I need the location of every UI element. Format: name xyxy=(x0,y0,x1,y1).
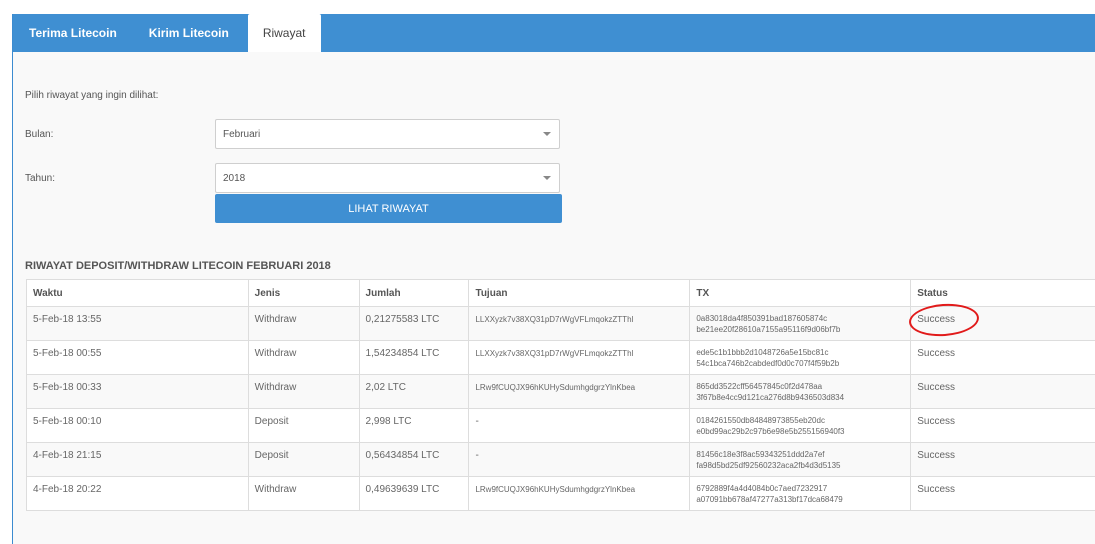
cell-tx: 865dd3522cff56457845c0f2d478aa 3f67b8e4cc… xyxy=(689,374,912,409)
history-table: Waktu Jenis Jumlah Tujuan TX Status 5-Fe… xyxy=(26,279,1095,511)
cell-amount: 2,998 LTC xyxy=(358,408,470,443)
cell-time: 5-Feb-18 00:10 xyxy=(26,408,249,443)
cell-destination: - xyxy=(468,408,691,443)
tx-line: a07091bb678af47277a313bf17dca68479 xyxy=(696,495,843,504)
table-row: 5-Feb-18 00:33 Withdraw 2,02 LTC LRw9fCU… xyxy=(26,374,1095,409)
tab-bar: Terima Litecoin Kirim Litecoin Riwayat xyxy=(13,14,1095,52)
tx-line: 6792889f4a4d4084b0c7aed7232917 xyxy=(696,484,828,493)
red-circle-annotation xyxy=(908,301,981,339)
cell-status: Success xyxy=(910,442,1095,477)
cell-tx: 0a83018da4f850391bad187605874c be21ee20f2… xyxy=(689,306,912,341)
cell-status: Success xyxy=(910,408,1095,443)
column-header-tx: TX xyxy=(689,279,912,307)
year-select-value: 2018 xyxy=(223,172,246,184)
cell-destination: LRw9fCUQJX96hKUHySdumhgdgrzYlnKbea xyxy=(468,476,691,511)
month-select-value: Februari xyxy=(223,128,261,140)
table-row: 5-Feb-18 13:55 Withdraw 0,21275583 LTC L… xyxy=(26,301,1095,341)
chevron-down-icon xyxy=(543,176,551,180)
cell-time: 4-Feb-18 21:15 xyxy=(26,442,249,477)
cell-amount: 2,02 LTC xyxy=(358,374,470,409)
column-header-jenis: Jenis xyxy=(247,279,360,307)
tab-terima-litecoin[interactable]: Terima Litecoin xyxy=(13,14,133,52)
cell-status: Success xyxy=(908,301,1095,341)
tx-line: 0184261550db84848973855eb20dc xyxy=(696,416,825,425)
cell-destination: LRw9fCUQJX96hKUHySdumhgdgrzYlnKbea xyxy=(468,374,691,409)
cell-destination: LLXXyzk7v38XQ31pD7rWgVFLmqokzZTThl xyxy=(468,340,691,375)
cell-destination: - xyxy=(468,442,691,477)
table-row: 5-Feb-18 00:10 Deposit 2,998 LTC - 01842… xyxy=(26,408,1095,443)
cell-type: Withdraw xyxy=(247,476,360,511)
column-header-status: Status xyxy=(910,279,1095,307)
tx-line: be21ee20f28610a7155a95116f9d06bf7b xyxy=(696,325,841,334)
table-header-row: Waktu Jenis Jumlah Tujuan TX Status xyxy=(26,279,1095,307)
column-header-tujuan: Tujuan xyxy=(468,279,691,307)
history-title: RIWAYAT DEPOSIT/WITHDRAW LITECOIN FEBRUA… xyxy=(25,260,331,272)
cell-time: 4-Feb-18 20:22 xyxy=(26,476,249,511)
tab-kirim-litecoin[interactable]: Kirim Litecoin xyxy=(133,14,245,52)
chevron-down-icon xyxy=(543,132,551,136)
month-label: Bulan: xyxy=(25,129,54,140)
cell-tx: 0184261550db84848973855eb20dc e0bd99ac29b… xyxy=(689,408,912,443)
cell-status: Success xyxy=(910,476,1095,511)
form-prompt: Pilih riwayat yang ingin dilihat: xyxy=(25,90,159,101)
table-row: 5-Feb-18 00:55 Withdraw 1,54234854 LTC L… xyxy=(26,340,1095,375)
tab-riwayat[interactable]: Riwayat xyxy=(247,14,321,52)
cell-status: Success xyxy=(910,374,1095,409)
cell-status: Success xyxy=(910,340,1095,375)
cell-time: 5-Feb-18 00:33 xyxy=(26,374,249,409)
cell-tx: ede5c1b1bbb2d1048726a5e15bc81c 54c1bca746… xyxy=(689,340,912,375)
year-label: Tahun: xyxy=(25,173,56,184)
tx-line: fa98d5bd25df92560232aca2fb4d3d5135 xyxy=(696,461,841,470)
column-header-waktu: Waktu xyxy=(26,279,249,307)
month-select[interactable]: Februari xyxy=(215,119,560,149)
view-history-button[interactable]: LIHAT RIWAYAT xyxy=(215,194,562,223)
cell-time: 5-Feb-18 00:55 xyxy=(26,340,249,375)
table-row: 4-Feb-18 20:22 Withdraw 0,49639639 LTC L… xyxy=(26,476,1095,511)
tx-line: 54c1bca746b2cabdedf0d0c707f4f59b2b xyxy=(696,359,840,368)
cell-type: Withdraw xyxy=(247,374,360,409)
tx-line: 81456c18e3f8ac59343251ddd2a7ef xyxy=(696,450,825,459)
cell-type: Deposit xyxy=(247,442,360,477)
cell-time: 5-Feb-18 13:55 xyxy=(26,306,249,341)
tx-line: 865dd3522cff56457845c0f2d478aa xyxy=(696,382,823,391)
tx-line: 0a83018da4f850391bad187605874c xyxy=(696,314,828,323)
main-panel: Terima Litecoin Kirim Litecoin Riwayat P… xyxy=(12,14,1095,544)
tx-line: ede5c1b1bbb2d1048726a5e15bc81c xyxy=(696,348,829,357)
year-select[interactable]: 2018 xyxy=(215,163,560,193)
cell-type: Deposit xyxy=(247,408,360,443)
cell-amount: 0,56434854 LTC xyxy=(358,442,470,477)
tx-line: 3f67b8e4cc9d121ca276d8b9436503d834 xyxy=(696,393,845,402)
column-header-jumlah: Jumlah xyxy=(358,279,470,307)
cell-tx: 6792889f4a4d4084b0c7aed7232917 a07091bb67… xyxy=(689,476,912,511)
cell-destination: LLXXyzk7v38XQ31pD7rWgVFLmqokzZTThl xyxy=(468,306,691,341)
cell-amount: 0,49639639 LTC xyxy=(358,476,470,511)
table-row: 4-Feb-18 21:15 Deposit 0,56434854 LTC - … xyxy=(26,442,1095,477)
cell-type: Withdraw xyxy=(247,340,360,375)
cell-tx: 81456c18e3f8ac59343251ddd2a7ef fa98d5bd25… xyxy=(689,442,912,477)
cell-type: Withdraw xyxy=(247,306,360,341)
cell-amount: 1,54234854 LTC xyxy=(358,340,470,375)
tx-line: e0bd99ac29b2c97b6e98e5b255156940f3 xyxy=(696,427,845,436)
cell-amount: 0,21275583 LTC xyxy=(358,306,470,341)
